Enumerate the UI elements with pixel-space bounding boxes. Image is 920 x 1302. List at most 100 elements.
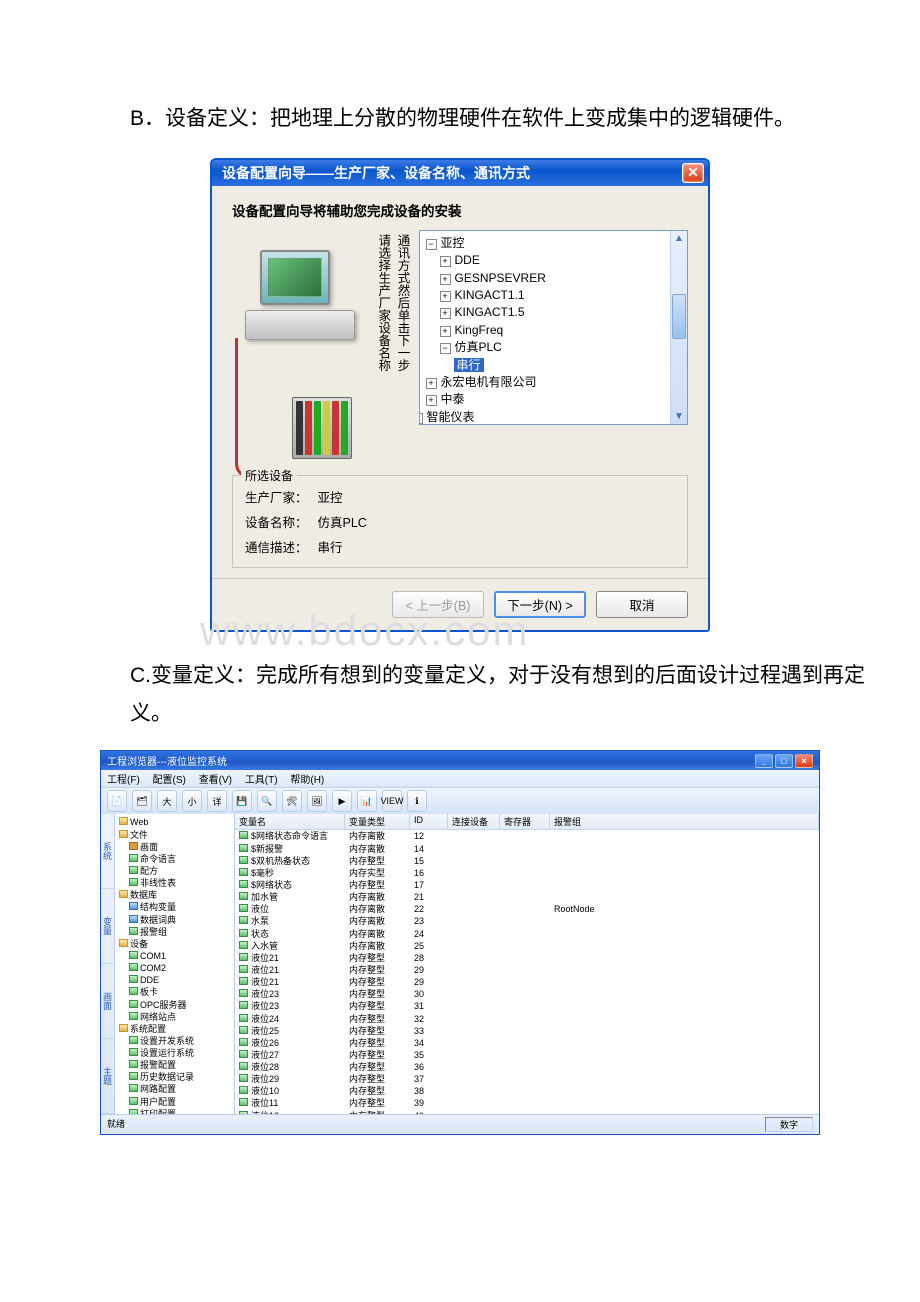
nav-item[interactable]: 设置开发系统	[119, 1035, 232, 1047]
tree-item[interactable]: 智能仪表	[427, 410, 475, 424]
menu-item[interactable]: 帮助(H)	[290, 775, 324, 786]
nav-item[interactable]: 非线性表	[119, 877, 232, 889]
nav-item[interactable]: 画面	[119, 841, 232, 853]
nav-item[interactable]: 系统配置	[119, 1023, 232, 1035]
col-name[interactable]: 变量名	[235, 814, 345, 829]
menu-item[interactable]: 配置(S)	[153, 775, 186, 786]
table-row[interactable]: 状态内存离散24	[235, 928, 819, 940]
table-row[interactable]: 液位21内存整型29	[235, 976, 819, 988]
toolbar-button[interactable]: 大	[157, 790, 177, 812]
scroll-thumb[interactable]	[672, 294, 686, 339]
table-row[interactable]: 液位21内存整型28	[235, 952, 819, 964]
left-tab[interactable]: 主题	[101, 1039, 114, 1114]
toolbar-button[interactable]: 🔍	[257, 790, 277, 812]
table-row[interactable]: $网络状态内存整型17	[235, 879, 819, 891]
col-type[interactable]: 变量类型	[345, 814, 410, 829]
table-row[interactable]: 液位27内存整型35	[235, 1049, 819, 1061]
toolbar-button[interactable]: 📊	[357, 790, 377, 812]
table-row[interactable]: 液位25内存整型33	[235, 1025, 819, 1037]
toolbar-button[interactable]: 🛠	[282, 790, 302, 812]
nav-item[interactable]: 结构变量	[119, 901, 232, 913]
maximize-button[interactable]: □	[775, 754, 793, 768]
table-row[interactable]: $新报警内存离散14	[235, 843, 819, 855]
collapse-icon[interactable]: −	[426, 239, 437, 250]
menu-item[interactable]: 查看(V)	[199, 775, 232, 786]
tree-item[interactable]: GESNPSEVRER	[455, 271, 546, 285]
table-row[interactable]: 液位11内存整型39	[235, 1097, 819, 1109]
expand-icon[interactable]: +	[440, 274, 451, 285]
nav-item[interactable]: 配方	[119, 865, 232, 877]
scroll-up-icon[interactable]: ▲	[672, 231, 686, 246]
expand-icon[interactable]: +	[440, 291, 451, 302]
table-header[interactable]: 变量名 变量类型 ID 连接设备 寄存器 报警组	[235, 814, 819, 830]
nav-item[interactable]: 网路配置	[119, 1083, 232, 1095]
collapse-icon[interactable]: −	[440, 343, 451, 354]
toolbar-button[interactable]: ▶	[332, 790, 352, 812]
nav-item[interactable]: 打印配置	[119, 1108, 232, 1115]
variable-table[interactable]: 变量名 变量类型 ID 连接设备 寄存器 报警组 $网络状态命令语言内存离散12…	[235, 814, 819, 1114]
scrollbar[interactable]: ▲ ▼	[670, 231, 687, 424]
nav-item[interactable]: OPC服务器	[119, 999, 232, 1011]
device-tree[interactable]: −亚控 +DDE +GESNPSEVRER +KINGACT1.1 +KINGA…	[419, 230, 689, 425]
tree-item[interactable]: 中泰	[441, 392, 465, 406]
table-row[interactable]: 液位26内存整型34	[235, 1037, 819, 1049]
close-button[interactable]: ✕	[682, 163, 704, 183]
titlebar[interactable]: 设备配置向导——生产厂家、设备名称、通讯方式 ✕	[212, 160, 708, 186]
nav-item[interactable]: 历史数据记录	[119, 1071, 232, 1083]
nav-item[interactable]: Web	[119, 816, 232, 828]
col-alarm[interactable]: 报警组	[550, 814, 819, 829]
toolbar-button[interactable]: VIEW	[382, 790, 402, 812]
expand-icon[interactable]: +	[440, 326, 451, 337]
left-tabstrip[interactable]: 系统 变量 画面 主题	[101, 814, 115, 1114]
nav-item[interactable]: 命令语言	[119, 853, 232, 865]
table-row[interactable]: 水泵内存离散23	[235, 915, 819, 927]
table-row[interactable]: $双机热备状态内存整型15	[235, 855, 819, 867]
nav-item[interactable]: 用户配置	[119, 1096, 232, 1108]
col-reg[interactable]: 寄存器	[500, 814, 550, 829]
toolbar-button[interactable]: 详	[207, 790, 227, 812]
nav-item[interactable]: 报警组	[119, 926, 232, 938]
table-row[interactable]: 入水管内存离散25	[235, 940, 819, 952]
tree-root[interactable]: 亚控	[441, 236, 465, 250]
nav-item[interactable]: 设备	[119, 938, 232, 950]
tree-item-simplc[interactable]: 仿真PLC	[455, 340, 502, 354]
nav-tree[interactable]: Web文件画面命令语言配方非线性表数据库结构变量数据词典报警组设备COM1COM…	[115, 814, 235, 1114]
table-row[interactable]: 加水管内存离散21	[235, 891, 819, 903]
table-row[interactable]: $毫秒内存实型16	[235, 867, 819, 879]
tree-item[interactable]: 永宏电机有限公司	[441, 375, 537, 389]
table-row[interactable]: 液位21内存整型29	[235, 964, 819, 976]
minimize-button[interactable]: _	[755, 754, 773, 768]
left-tab[interactable]: 系统	[101, 814, 114, 889]
toolbar[interactable]: 📄 🗂 大 小 详 💾 🔍 🛠 🖼 ▶ 📊 VIEW ℹ	[101, 788, 819, 814]
tree-item[interactable]: DDE	[455, 253, 480, 267]
menu-item[interactable]: 工具(T)	[245, 775, 278, 786]
col-id[interactable]: ID	[410, 814, 448, 829]
table-row[interactable]: $网络状态命令语言内存离散12	[235, 830, 819, 842]
nav-item[interactable]: 数据库	[119, 889, 232, 901]
table-row[interactable]: 液位23内存整型30	[235, 988, 819, 1000]
scroll-down-icon[interactable]: ▼	[672, 409, 686, 424]
nav-item[interactable]: COM1	[119, 950, 232, 962]
nav-item[interactable]: COM2	[119, 962, 232, 974]
menubar[interactable]: 工程(F) 配置(S) 查看(V) 工具(T) 帮助(H)	[101, 770, 819, 788]
left-tab[interactable]: 变量	[101, 889, 114, 964]
table-row[interactable]: 液位12内存整型40	[235, 1110, 819, 1115]
expand-icon[interactable]: +	[426, 395, 437, 406]
tree-item-selected[interactable]: 串行	[454, 358, 484, 372]
expand-icon[interactable]: +	[426, 378, 437, 389]
nav-item[interactable]: 数据词典	[119, 914, 232, 926]
toolbar-button[interactable]: 💾	[232, 790, 252, 812]
nav-item[interactable]: 报警配置	[119, 1059, 232, 1071]
nav-item[interactable]: DDE	[119, 974, 232, 986]
close-button[interactable]: ×	[795, 754, 813, 768]
table-row[interactable]: 液位23内存整型31	[235, 1000, 819, 1012]
expand-icon[interactable]: +	[440, 308, 451, 319]
table-row[interactable]: 液位24内存整型32	[235, 1013, 819, 1025]
tree-item[interactable]: KingFreq	[455, 323, 504, 337]
tree-item[interactable]: KINGACT1.1	[455, 288, 525, 302]
table-row[interactable]: 液位29内存整型37	[235, 1073, 819, 1085]
col-dev[interactable]: 连接设备	[448, 814, 500, 829]
table-row[interactable]: 液位28内存整型36	[235, 1061, 819, 1073]
nav-item[interactable]: 板卡	[119, 986, 232, 998]
menu-item[interactable]: 工程(F)	[107, 775, 140, 786]
